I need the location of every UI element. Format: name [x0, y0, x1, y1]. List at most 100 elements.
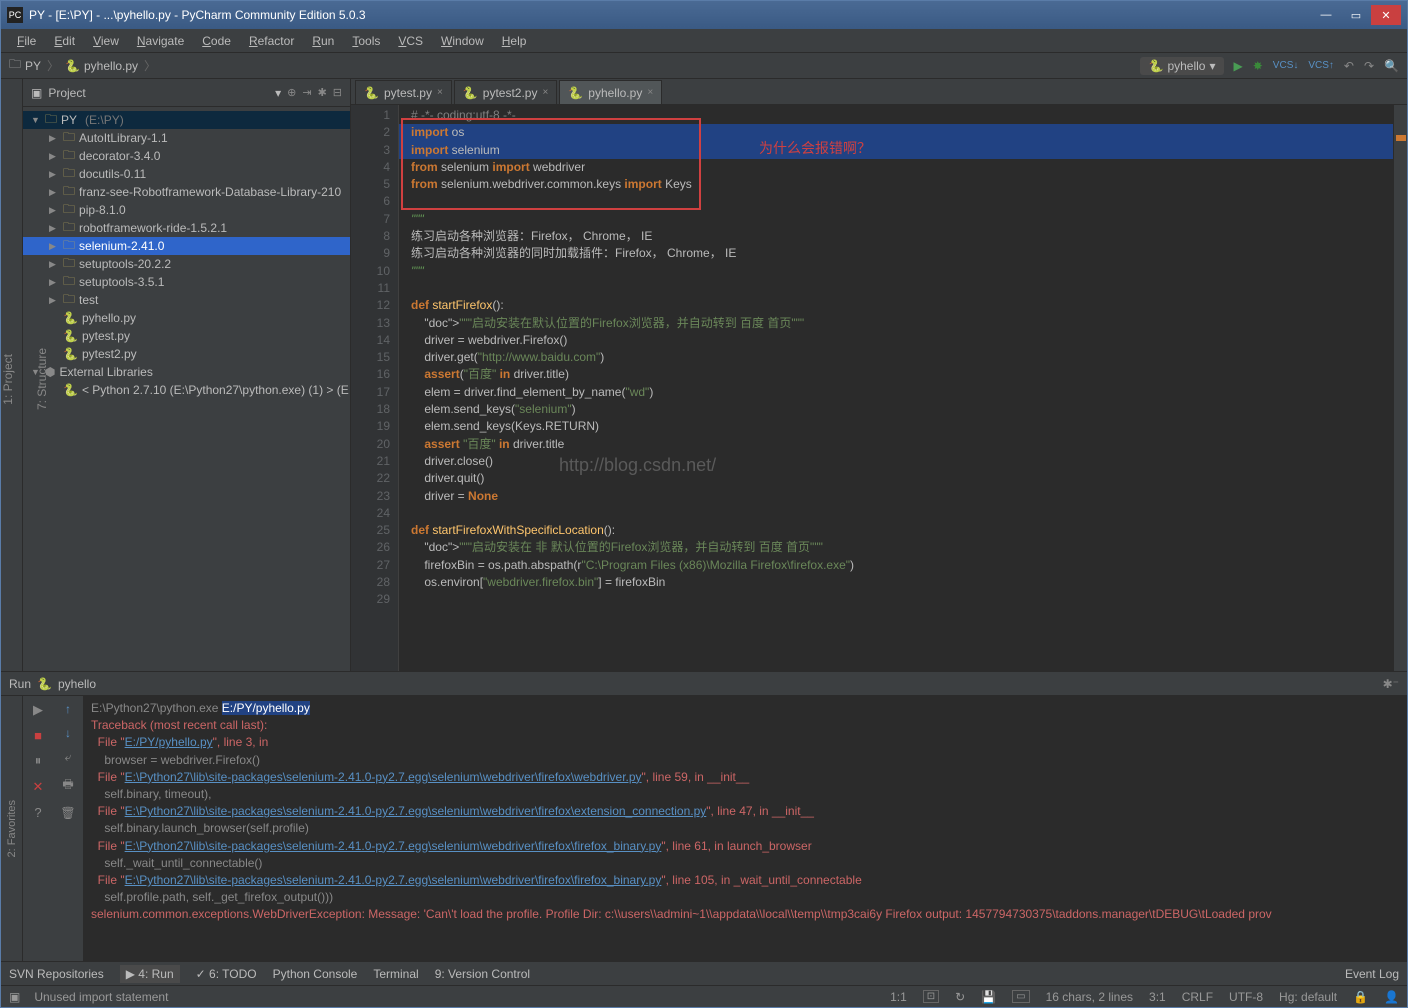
- tree-item[interactable]: ▶🗀docutils-0.11: [23, 165, 350, 183]
- bottom-tool-button[interactable]: ✓ 6: TODO: [196, 967, 257, 981]
- help-button[interactable]: ?: [34, 805, 41, 820]
- warning-marker[interactable]: [1396, 135, 1406, 141]
- menu-code[interactable]: Code: [194, 32, 239, 50]
- tree-item[interactable]: ▶🗀setuptools-20.2.2: [23, 255, 350, 273]
- up-button[interactable]: ↑: [65, 702, 71, 716]
- editor-tab[interactable]: 🐍pytest.py×: [355, 80, 452, 104]
- event-log-button[interactable]: Event Log: [1345, 967, 1399, 981]
- chevron-down-icon[interactable]: ▾: [275, 86, 281, 100]
- bottom-tool-button[interactable]: 9: Version Control: [435, 967, 530, 981]
- menu-vcs[interactable]: VCS: [390, 32, 431, 50]
- bottom-tool-button[interactable]: Python Console: [273, 967, 358, 981]
- run-config-selector[interactable]: 🐍 pyhello ▾: [1140, 57, 1223, 75]
- code-line[interactable]: """: [399, 211, 1393, 228]
- menu-help[interactable]: Help: [494, 32, 535, 50]
- tree-item[interactable]: ▶🗀selenium-2.41.0: [23, 237, 350, 255]
- close-button[interactable]: ✕: [33, 779, 44, 795]
- tree-item[interactable]: ▶🗀test: [23, 291, 350, 309]
- tree-item[interactable]: ▶🗀pip-8.1.0: [23, 201, 350, 219]
- tree-item[interactable]: ▶🗀decorator-3.4.0: [23, 147, 350, 165]
- menu-file[interactable]: File: [9, 32, 44, 50]
- menu-navigate[interactable]: Navigate: [129, 32, 192, 50]
- code-line[interactable]: driver.get("http://www.baidu.com"): [399, 349, 1393, 366]
- restore-icon[interactable]: ↻: [955, 990, 965, 1004]
- tree-item[interactable]: 🐍pytest2.py: [23, 345, 350, 363]
- menu-window[interactable]: Window: [433, 32, 492, 50]
- tree-item[interactable]: 🐍pytest.py: [23, 327, 350, 345]
- code-line[interactable]: # -*- coding:utf-8 -*-: [399, 107, 1393, 124]
- vcs-branch[interactable]: Hg: default: [1279, 990, 1337, 1004]
- hector-icon[interactable]: 👤: [1384, 990, 1399, 1004]
- menu-run[interactable]: Run: [304, 32, 342, 50]
- tree-item[interactable]: ▼⬢External Libraries: [23, 363, 350, 381]
- code-line[interactable]: from selenium import webdriver: [399, 159, 1393, 176]
- code-area[interactable]: 1234567891011121314151617181920212223242…: [351, 105, 1407, 671]
- code-line[interactable]: 练习启动各种浏览器：Firefox， Chrome， IE: [399, 228, 1393, 245]
- code-line[interactable]: elem.send_keys("selenium"): [399, 401, 1393, 418]
- breadcrumb-file[interactable]: pyhello.py: [84, 59, 138, 73]
- tree-item[interactable]: ▼🗀PY(E:\PY): [23, 111, 350, 129]
- code-line[interactable]: firefoxBin = os.path.abspath(r"C:\Progra…: [399, 557, 1393, 574]
- vcs-commit-icon[interactable]: VCS↑: [1308, 60, 1334, 71]
- code-line[interactable]: driver = None: [399, 488, 1393, 505]
- code-line[interactable]: """: [399, 263, 1393, 280]
- soft-wrap-button[interactable]: ⤶: [65, 750, 72, 765]
- editor-tab[interactable]: 🐍pyhello.py×: [559, 80, 662, 104]
- gear-icon[interactable]: ✱⁻: [1383, 677, 1399, 691]
- status-box-icon[interactable]: ⊡: [923, 990, 939, 1003]
- status-box2-icon[interactable]: ▭: [1012, 990, 1029, 1003]
- tree-item[interactable]: ▶🗀robotframework-ride-1.5.2.1: [23, 219, 350, 237]
- line-separator[interactable]: CRLF: [1182, 990, 1213, 1004]
- code-line[interactable]: driver.quit(): [399, 470, 1393, 487]
- editor-tab[interactable]: 🐍pytest2.py×: [454, 80, 558, 104]
- run-button[interactable]: ▶: [1234, 59, 1243, 73]
- gear-icon[interactable]: ✱: [318, 86, 327, 99]
- structure-tool-button[interactable]: 7: Structure: [35, 348, 49, 410]
- code-line[interactable]: "doc">"""启动安装在 非 默认位置的Firefox浏览器，并自动转到 百…: [399, 539, 1393, 556]
- traceback-link[interactable]: E:\Python27\lib\site-packages\selenium-2…: [125, 839, 662, 853]
- menu-view[interactable]: View: [85, 32, 127, 50]
- save-icon[interactable]: 💾: [981, 990, 996, 1004]
- tree-item[interactable]: ▶🗀franz-see-Robotframework-Database-Libr…: [23, 183, 350, 201]
- pause-button[interactable]: ⏸: [35, 753, 42, 769]
- close-tab-icon[interactable]: ×: [647, 87, 653, 98]
- window-icon[interactable]: ▣: [9, 990, 20, 1004]
- stop-button[interactable]: ■: [34, 728, 42, 743]
- bottom-tool-button[interactable]: SVN Repositories: [9, 967, 104, 981]
- breadcrumb[interactable]: 🗀 PY 〉 🐍 pyhello.py 〉: [9, 55, 158, 76]
- collapse-icon[interactable]: ⇥: [302, 86, 311, 99]
- down-button[interactable]: ↓: [65, 726, 71, 740]
- code-line[interactable]: [399, 505, 1393, 522]
- vcs-update-icon[interactable]: VCS↓: [1273, 60, 1299, 71]
- breadcrumb-project[interactable]: PY: [25, 59, 41, 73]
- scroll-from-source-icon[interactable]: ⊕: [287, 86, 296, 99]
- file-encoding[interactable]: UTF-8: [1229, 990, 1263, 1004]
- menu-tools[interactable]: Tools: [344, 32, 388, 50]
- code-line[interactable]: def startFirefox():: [399, 297, 1393, 314]
- tree-item[interactable]: ▶🗀setuptools-3.5.1: [23, 273, 350, 291]
- maximize-button[interactable]: ▭: [1341, 5, 1371, 25]
- favorites-button[interactable]: 2: Favorites: [6, 800, 18, 857]
- traceback-link[interactable]: E:\Python27\lib\site-packages\selenium-2…: [125, 804, 707, 818]
- close-tab-icon[interactable]: ×: [437, 87, 443, 98]
- bottom-tool-button[interactable]: Terminal: [373, 967, 418, 981]
- code-line[interactable]: 练习启动各种浏览器的同时加载插件：Firefox， Chrome， IE: [399, 245, 1393, 262]
- code-line[interactable]: import os: [399, 124, 1393, 141]
- zoom-ratio[interactable]: 1:1: [890, 990, 907, 1004]
- code-line[interactable]: import selenium: [399, 142, 1393, 159]
- error-stripe[interactable]: [1393, 105, 1407, 671]
- minimize-button[interactable]: —: [1311, 5, 1341, 25]
- code-line[interactable]: elem.send_keys(Keys.RETURN): [399, 418, 1393, 435]
- project-tool-button[interactable]: 1: Project: [1, 354, 15, 405]
- code-line[interactable]: def startFirefoxWithSpecificLocation():: [399, 522, 1393, 539]
- console-output[interactable]: E:\Python27\python.exe E:/PY/pyhello.pyT…: [83, 696, 1407, 961]
- code-body[interactable]: 为什么会报错啊？ http://blog.csdn.net/ # -*- cod…: [399, 105, 1393, 671]
- code-line[interactable]: [399, 193, 1393, 210]
- code-line[interactable]: [399, 280, 1393, 297]
- lock-icon[interactable]: 🔒: [1353, 990, 1368, 1004]
- debug-button[interactable]: ✸: [1253, 59, 1263, 73]
- code-line[interactable]: elem = driver.find_element_by_name("wd"): [399, 384, 1393, 401]
- tree-item[interactable]: ▶🗀AutoItLibrary-1.1: [23, 129, 350, 147]
- rerun-button[interactable]: ▶: [33, 702, 43, 718]
- hide-icon[interactable]: ⊟: [333, 86, 342, 99]
